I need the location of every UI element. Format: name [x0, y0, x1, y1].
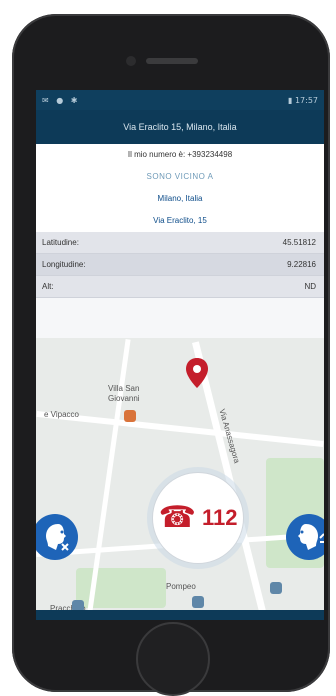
emergency-number: 112	[201, 505, 238, 530]
front-camera	[126, 56, 136, 66]
emergency-112-button[interactable]: ☎ 112	[152, 472, 244, 564]
map-street	[36, 410, 324, 448]
map-label-villa: Villa San Giovanni	[108, 384, 140, 403]
bottom-bar	[36, 610, 324, 620]
coordinates-table: Latitudine: 45.51812 Longitudine: 9.2281…	[36, 232, 324, 298]
location-title: Via Eraclito 15, Milano, Italia	[36, 110, 324, 144]
app-screen: ✉ ● ✱ ▮ 17:57 Via Eraclito 15, Milano, I…	[36, 90, 324, 620]
near-label: SONO VICINO A	[146, 172, 214, 181]
phone-frame: ✉ ● ✱ ▮ 17:57 Via Eraclito 15, Milano, I…	[12, 14, 330, 696]
city-label: Milano, Italia	[157, 194, 203, 203]
coord-value: ND	[304, 282, 316, 291]
status-right: ▮ 17:57	[288, 95, 318, 105]
coord-label: Latitudine:	[42, 238, 79, 247]
home-button[interactable]	[136, 622, 210, 696]
map-label-bus-stop: Pompeo	[166, 582, 196, 591]
coord-label: Alt:	[42, 282, 54, 291]
earpiece-speaker	[146, 58, 198, 64]
map-view[interactable]: Villa San Giovanni e Vipacco Via Anassag…	[36, 338, 324, 620]
street-label: Via Eraclito, 15	[153, 216, 207, 225]
accessibility-left-button[interactable]	[36, 514, 78, 560]
face-profile-icon	[46, 524, 69, 551]
face-profile-speaking-icon	[298, 524, 324, 550]
info-panel: Il mio numero è: +393234498 SONO VICINO …	[36, 144, 324, 232]
my-number: Il mio numero è: +393234498	[127, 150, 233, 159]
bus-stop-icon[interactable]	[192, 596, 204, 608]
status-icons: ✉ ● ✱	[42, 96, 82, 105]
accessibility-right-button[interactable]	[286, 514, 324, 560]
coord-value: 9.22816	[287, 260, 316, 269]
coord-row-longitude: Longitudine: 9.22816	[36, 254, 324, 276]
location-pin-icon	[186, 358, 208, 392]
coord-value: 45.51812	[282, 238, 316, 247]
status-bar: ✉ ● ✱ ▮ 17:57	[36, 90, 324, 110]
msg-icon: ✉	[42, 95, 49, 105]
poi-icon[interactable]	[124, 410, 136, 422]
coord-row-altitude: Alt: ND	[36, 276, 324, 298]
map-label-vipacco: e Vipacco	[44, 410, 79, 419]
phone-handset-icon: ☎	[158, 500, 196, 535]
coord-label: Longitudine:	[42, 260, 86, 269]
bus-stop-icon[interactable]	[270, 582, 282, 594]
coord-row-latitude: Latitudine: 45.51812	[36, 232, 324, 254]
settings-icon: ✱	[70, 95, 78, 105]
notification-icon: ●	[56, 95, 64, 105]
